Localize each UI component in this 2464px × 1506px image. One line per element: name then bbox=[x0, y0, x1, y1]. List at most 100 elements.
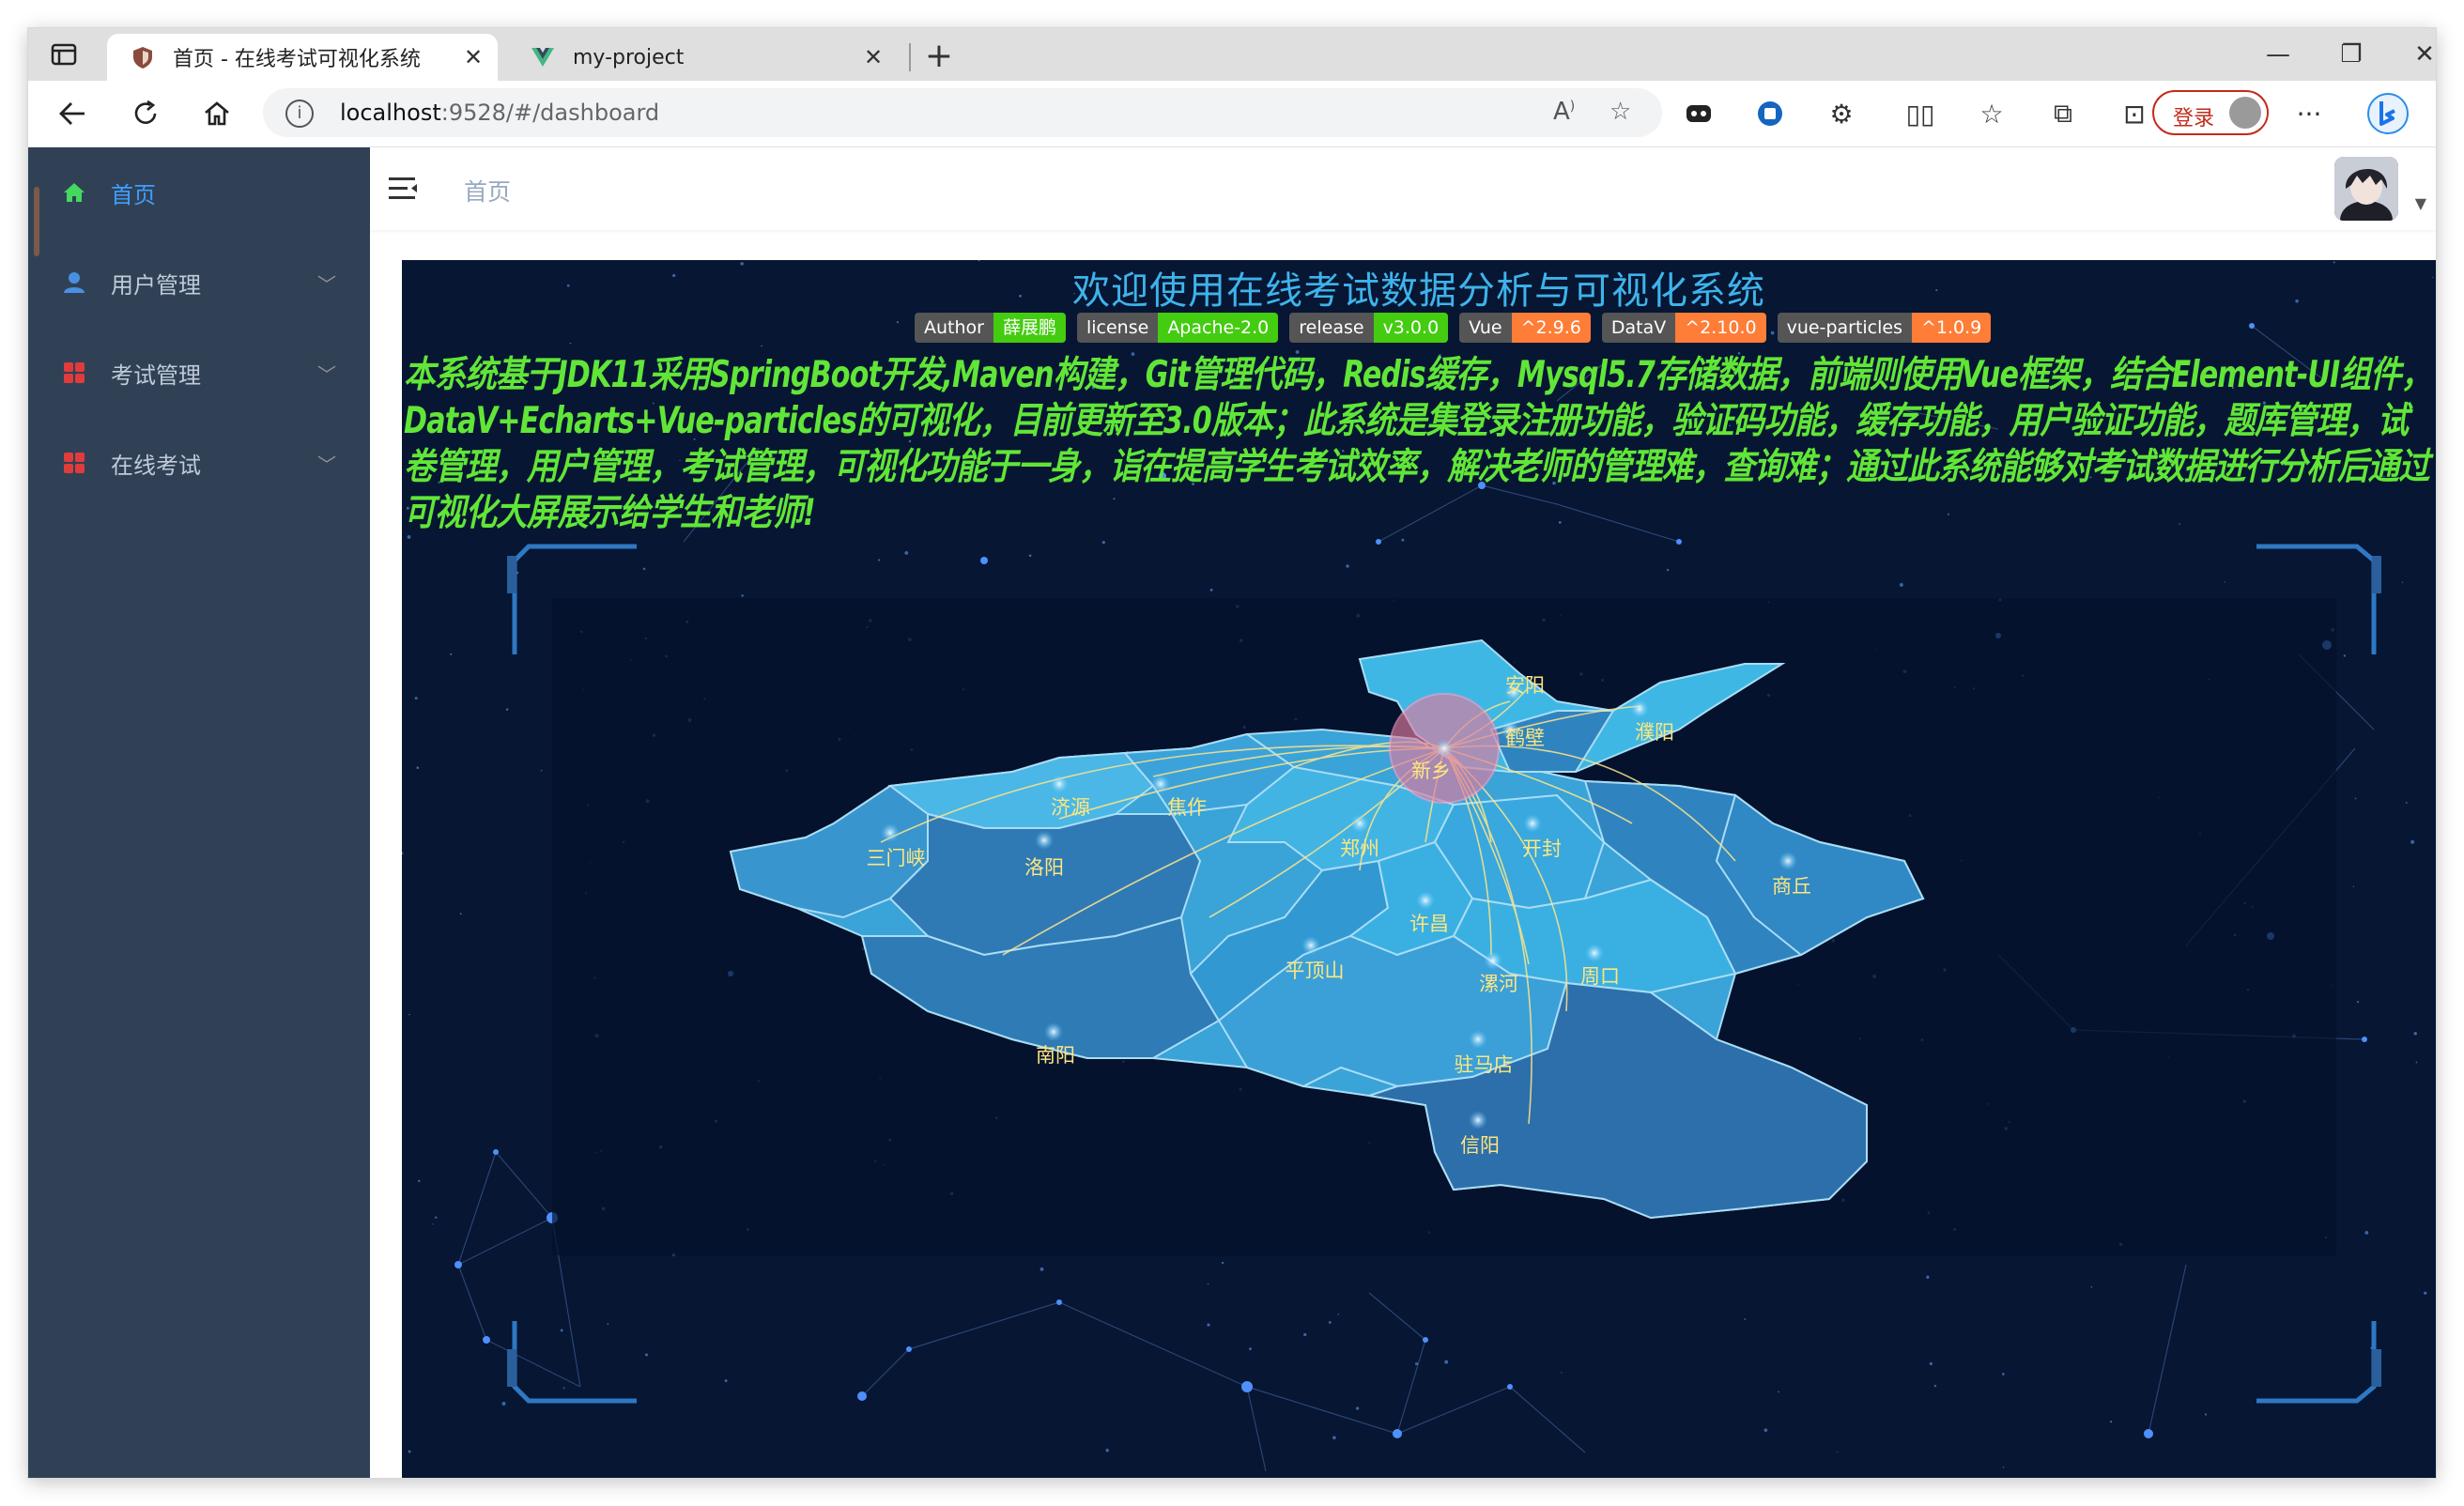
badge-release: release v3.0.0 bbox=[1289, 313, 1449, 343]
star-dot bbox=[1763, 1428, 1768, 1433]
favorite-add-icon[interactable]: ☆ bbox=[1609, 98, 1631, 126]
star-dot bbox=[2364, 1231, 2369, 1235]
close-window-icon[interactable]: ✕ bbox=[2396, 36, 2436, 73]
chevron-down-icon: ﹀ bbox=[317, 362, 336, 386]
badge-author: Author 薛展鹏 bbox=[915, 313, 1066, 343]
shield-favicon-icon bbox=[130, 44, 156, 70]
star-dot bbox=[1328, 1320, 1332, 1324]
login-button[interactable]: 登录 bbox=[2152, 90, 2269, 135]
sidebar-item-user-management[interactable]: 用户管理 ﹀ bbox=[28, 238, 370, 328]
read-aloud-icon[interactable]: A) bbox=[1553, 98, 1575, 126]
tab-close-icon[interactable]: ✕ bbox=[856, 44, 890, 70]
login-label: 登录 bbox=[2173, 107, 2215, 131]
tab-title: my-project bbox=[573, 45, 685, 69]
tab-close-icon[interactable]: ✕ bbox=[456, 44, 490, 70]
split-screen-icon[interactable]: ▯▯ bbox=[1902, 96, 1938, 131]
breadcrumb[interactable]: 首页 bbox=[464, 174, 511, 207]
collections-icon[interactable]: ⧉ bbox=[2045, 96, 2081, 131]
star-dot bbox=[450, 653, 453, 655]
app-container: 首页 用户管理 ﹀ 考试管理 ﹀ 在线考试 ﹀ 首页 ▼ 欢迎使用在线考试数据分… bbox=[28, 147, 2436, 1478]
star-dot bbox=[414, 697, 418, 700]
star-dot bbox=[761, 345, 762, 347]
tab-dashboard[interactable]: 首页 - 在线考试可视化系统 ✕ bbox=[107, 34, 498, 81]
star-dot bbox=[1040, 1267, 1044, 1271]
star-dot bbox=[904, 550, 909, 555]
grid-icon bbox=[64, 453, 85, 473]
hamburger-icon[interactable] bbox=[389, 176, 419, 202]
star-dot bbox=[644, 1353, 649, 1357]
site-info-icon[interactable]: i bbox=[285, 100, 314, 128]
star-dot bbox=[569, 342, 572, 345]
star-dot bbox=[2424, 1291, 2427, 1295]
new-tab-icon[interactable]: + bbox=[918, 36, 960, 77]
star-dot bbox=[459, 913, 462, 915]
user-icon bbox=[64, 272, 85, 293]
star-dot bbox=[1303, 1332, 1307, 1337]
sidebar-item-label: 首页 bbox=[111, 181, 156, 208]
city-label: 洛阳 bbox=[1024, 856, 1064, 879]
star-dot bbox=[2415, 1061, 2418, 1064]
sidebar-item-online-exam[interactable]: 在线考试 ﹀ bbox=[28, 418, 370, 508]
minimize-icon[interactable]: — bbox=[2250, 36, 2306, 73]
tab-my-project[interactable]: my-project ✕ bbox=[507, 34, 898, 81]
sidebar-item-home[interactable]: 首页 bbox=[28, 147, 370, 238]
star-dot bbox=[1744, 1317, 1747, 1320]
star-dot bbox=[2356, 1001, 2360, 1004]
favorites-icon[interactable]: ☆ bbox=[1974, 96, 2010, 131]
star-dot bbox=[1209, 588, 1213, 592]
city-label: 郑州 bbox=[1340, 838, 1379, 860]
star-dot bbox=[2109, 1421, 2113, 1423]
star-dot bbox=[1337, 1314, 1340, 1315]
city-label: 安阳 bbox=[1505, 674, 1545, 697]
tab-actions-icon[interactable] bbox=[47, 39, 81, 69]
star-dot bbox=[2354, 797, 2357, 800]
star-dot bbox=[1926, 1275, 1930, 1279]
grid-icon bbox=[64, 362, 85, 383]
star-dot bbox=[1929, 1361, 1933, 1366]
sidebar-item-exam-management[interactable]: 考试管理 ﹀ bbox=[28, 328, 370, 418]
star-dot bbox=[1101, 540, 1105, 545]
city-label: 濮阳 bbox=[1635, 721, 1674, 744]
star-dot bbox=[408, 1450, 411, 1453]
home-icon bbox=[64, 183, 85, 202]
star-dot bbox=[2410, 839, 2415, 844]
caret-down-icon[interactable]: ▼ bbox=[2415, 194, 2426, 212]
sidebar: 首页 用户管理 ﹀ 考试管理 ﹀ 在线考试 ﹀ bbox=[28, 147, 370, 1478]
star-dot bbox=[1666, 568, 1670, 572]
chevron-down-icon: ﹀ bbox=[317, 272, 336, 296]
star-dot bbox=[724, 1379, 728, 1383]
city-label: 许昌 bbox=[1409, 913, 1449, 935]
avatar[interactable] bbox=[2334, 157, 2398, 221]
vue-favicon-icon bbox=[530, 44, 556, 70]
more-options-icon[interactable]: ··· bbox=[2291, 96, 2327, 131]
sidebar-item-label: 用户管理 bbox=[111, 271, 201, 299]
games-icon[interactable] bbox=[1681, 96, 1717, 131]
star-dot bbox=[741, 594, 744, 597]
star-dot bbox=[2090, 1285, 2093, 1288]
address-bar[interactable]: i localhost:9528/#/dashboard A) ☆ bbox=[263, 88, 1662, 137]
city-label: 焦作 bbox=[1167, 796, 1207, 819]
star-dot bbox=[2405, 802, 2408, 804]
star-dot bbox=[435, 1216, 438, 1219]
sidebar-item-label: 考试管理 bbox=[111, 361, 201, 389]
extensions-icon[interactable]: ⚙ bbox=[1824, 96, 1859, 131]
badge-row: Author 薛展鹏 license Apache-2.0 release v3.0.… bbox=[915, 313, 1992, 343]
city-label: 三门峡 bbox=[866, 847, 926, 869]
copilot-icon[interactable] bbox=[2364, 90, 2411, 137]
star-dot bbox=[2204, 1413, 2208, 1416]
extension-blue-icon[interactable] bbox=[1752, 96, 1788, 131]
star-dot bbox=[1221, 1261, 1224, 1265]
city-label: 新乡 bbox=[1411, 760, 1451, 782]
tab-bar: 首页 - 在线考试可视化系统 ✕ my-project ✕ + — ❐ ✕ bbox=[28, 28, 2436, 81]
star-dot bbox=[1028, 554, 1032, 558]
home-icon[interactable] bbox=[195, 92, 239, 135]
navbar: 首页 ▼ bbox=[370, 147, 2436, 230]
back-icon[interactable] bbox=[51, 92, 94, 135]
refresh-icon[interactable] bbox=[124, 92, 167, 135]
star-dot bbox=[418, 1179, 421, 1183]
star-dot bbox=[1346, 564, 1349, 568]
star-dot bbox=[2001, 1373, 2005, 1375]
badge-vue: Vue ^2.9.6 bbox=[1459, 313, 1591, 343]
screenshot-icon[interactable]: ⊡ bbox=[2117, 96, 2152, 131]
restore-icon[interactable]: ❐ bbox=[2323, 36, 2379, 73]
